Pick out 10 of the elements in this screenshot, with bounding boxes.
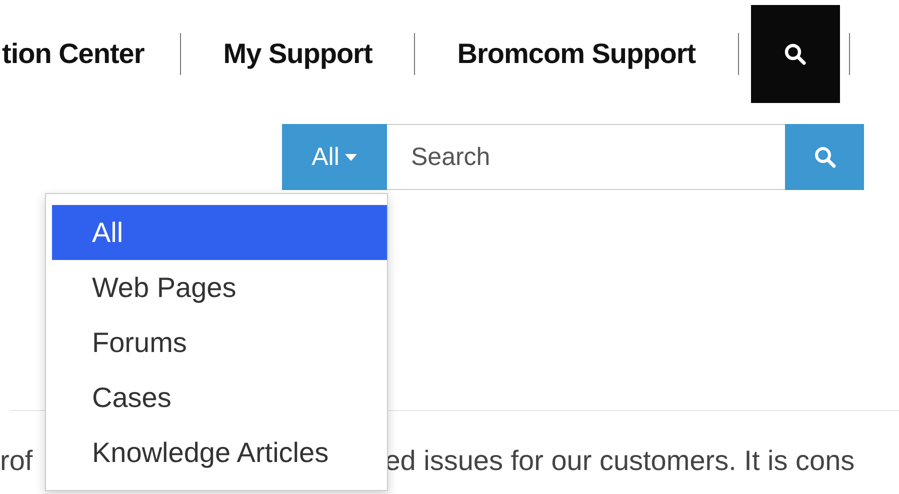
- body-text: rof: [0, 445, 33, 477]
- search-field[interactable]: Search: [387, 124, 785, 190]
- menu-item[interactable]: Knowledge Articles: [52, 425, 387, 480]
- menu-item[interactable]: All: [52, 205, 387, 260]
- menu-item[interactable]: Forums: [52, 315, 387, 370]
- nav-link[interactable]: My Support: [223, 38, 372, 70]
- nav-link[interactable]: Bromcom Support: [457, 38, 696, 70]
- menu-item[interactable]: Web Pages: [52, 260, 387, 315]
- menu-item[interactable]: Cases: [52, 370, 387, 425]
- nav-link[interactable]: tion Center: [2, 38, 144, 70]
